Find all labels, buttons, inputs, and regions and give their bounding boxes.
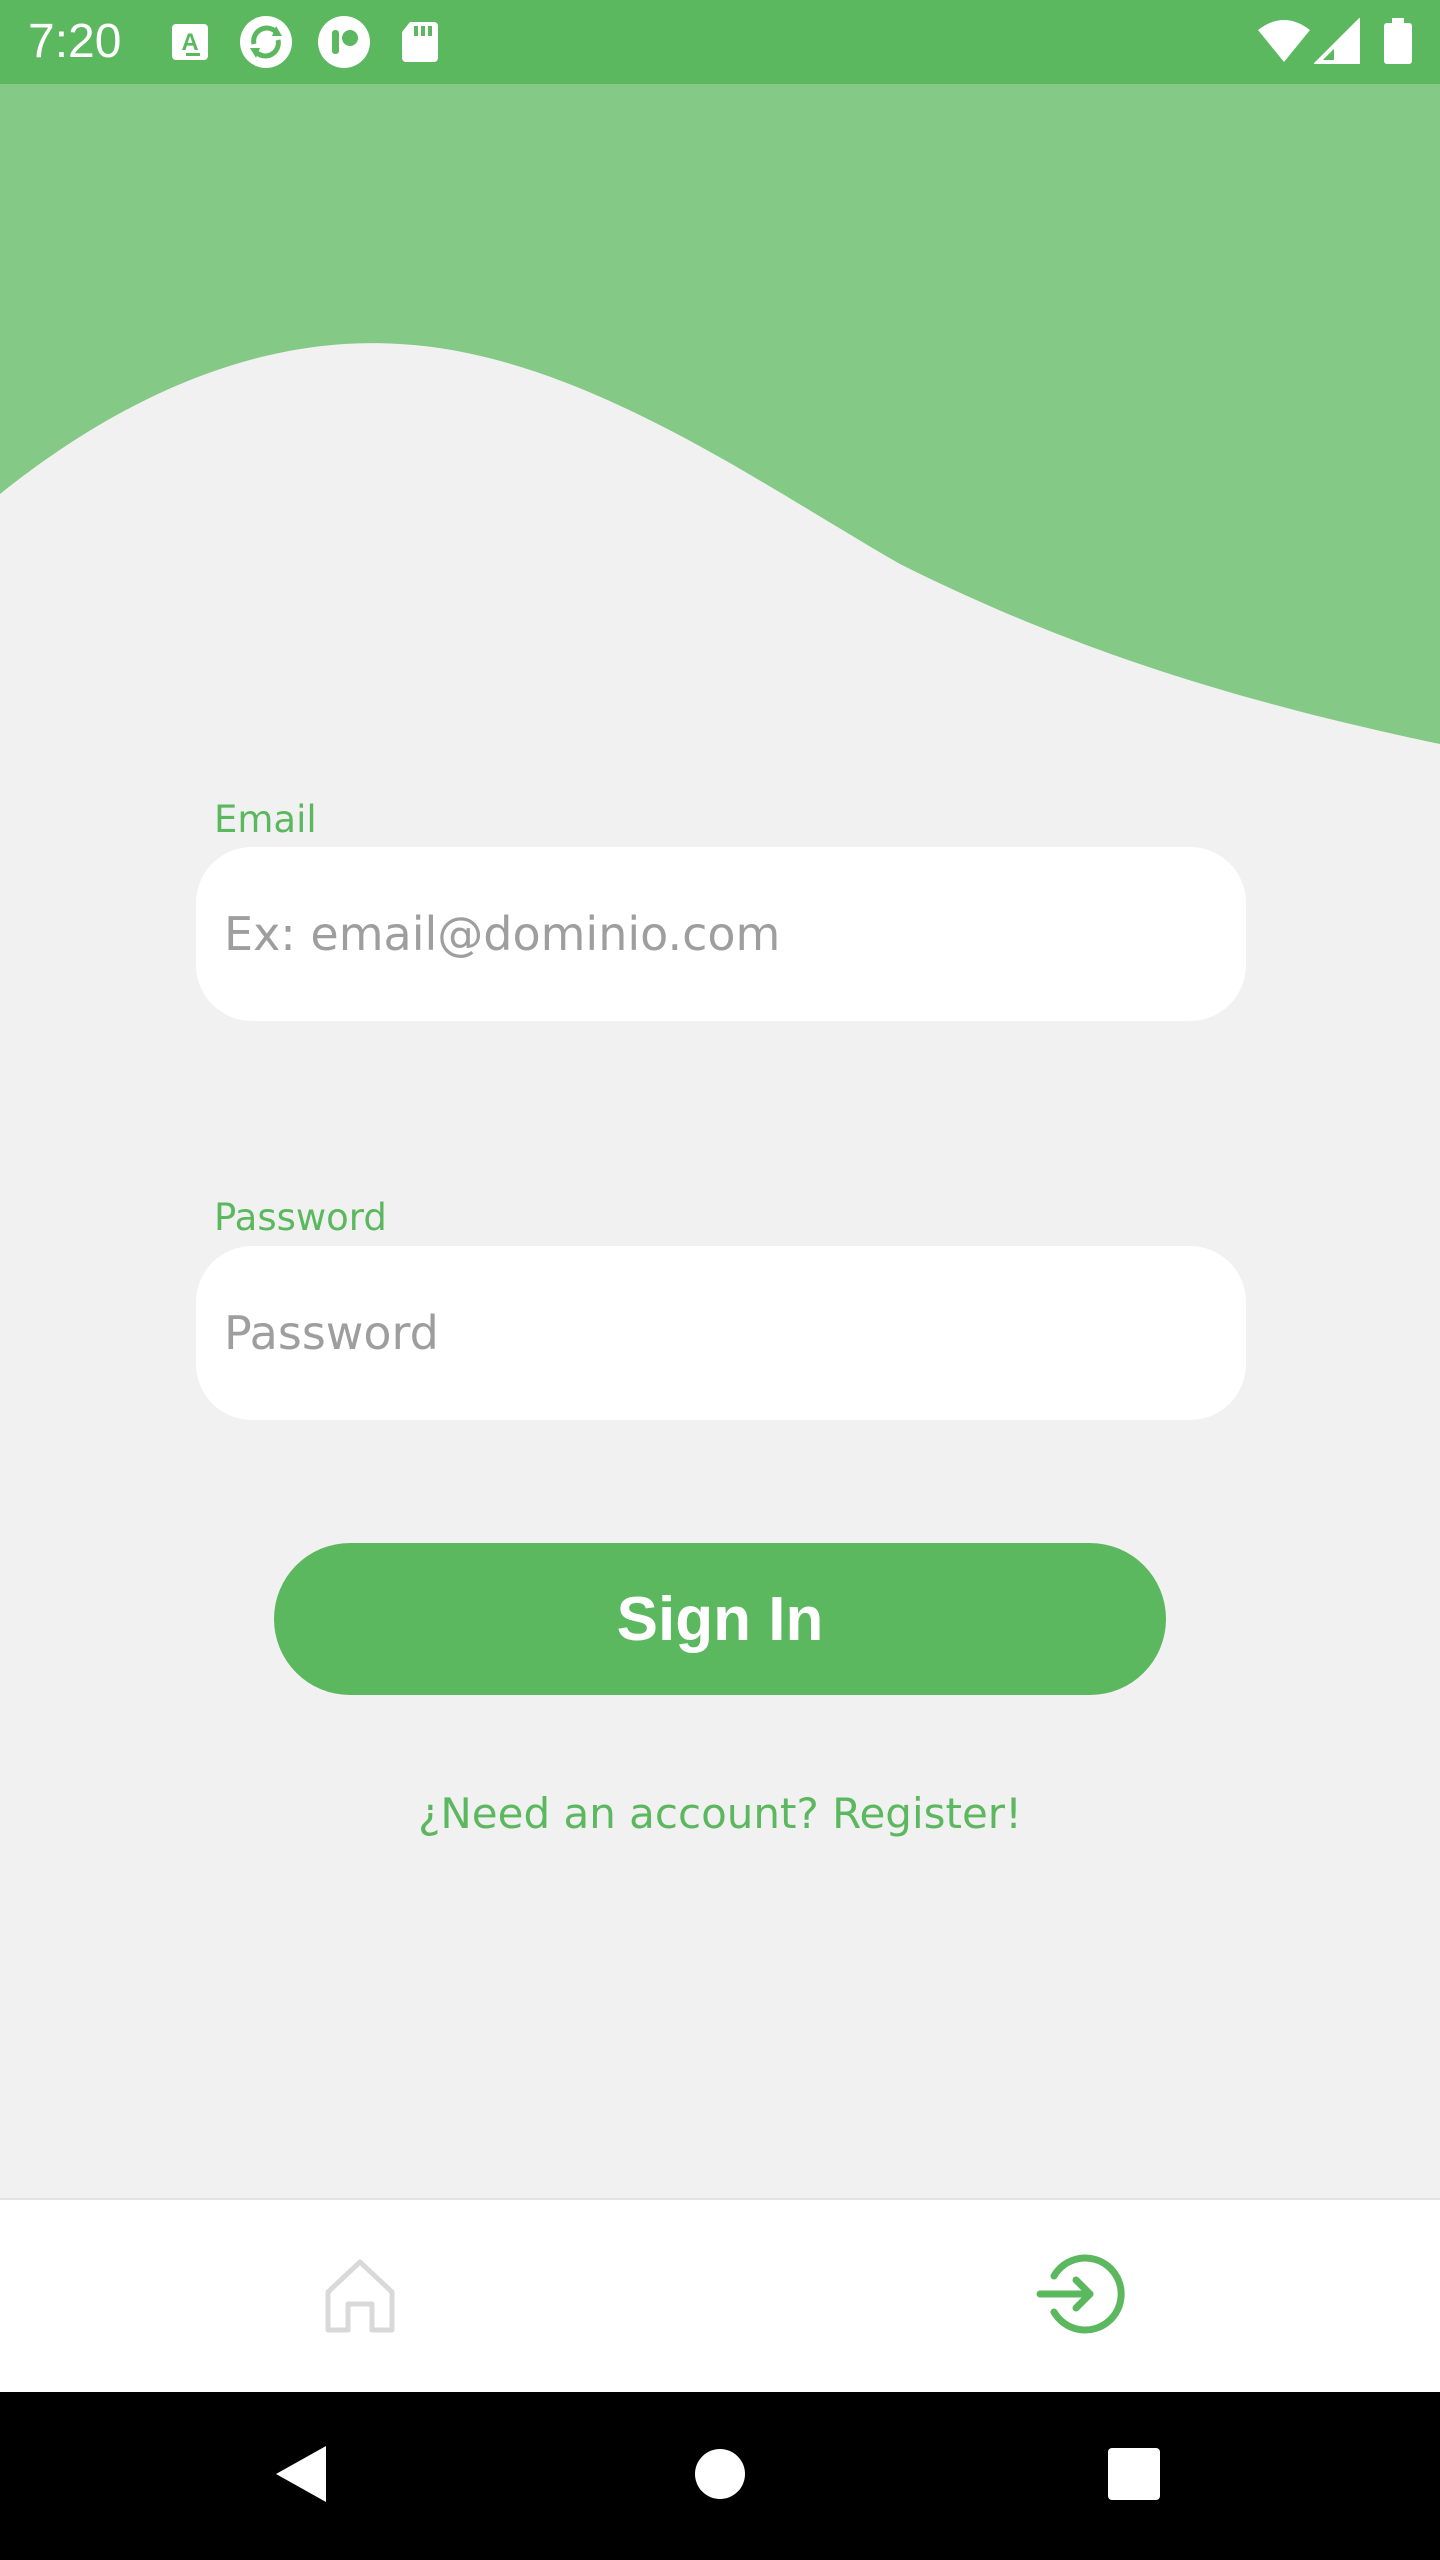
email-input[interactable] xyxy=(196,847,1246,1021)
svg-text:A: A xyxy=(181,29,198,56)
home-circle-icon xyxy=(694,2448,746,2504)
back-button[interactable] xyxy=(250,2426,350,2526)
recents-icon xyxy=(1106,2446,1162,2506)
back-icon xyxy=(270,2442,330,2510)
login-icon xyxy=(1032,2246,1128,2346)
system-navigation-bar xyxy=(0,2392,1440,2560)
nav-home[interactable] xyxy=(0,2200,720,2392)
app-logo-icon xyxy=(316,14,372,70)
signal-icon xyxy=(1313,17,1362,66)
recents-button[interactable] xyxy=(1084,2426,1184,2526)
sync-app-icon xyxy=(238,14,294,70)
home-button[interactable] xyxy=(670,2426,770,2526)
sign-in-button[interactable]: Sign In xyxy=(274,1543,1166,1695)
home-icon xyxy=(318,2252,402,2340)
password-label: Password xyxy=(214,1196,387,1239)
password-field-container xyxy=(196,1246,1246,1420)
register-link[interactable]: ¿Need an account? Register! xyxy=(0,1786,1440,1842)
battery-icon xyxy=(1380,18,1416,66)
login-screen: 7:20 A Email Ex: email@dominio.com Passw… xyxy=(0,0,1440,2560)
bottom-navigation xyxy=(0,2198,1440,2392)
email-field-container xyxy=(196,847,1246,1021)
password-input[interactable] xyxy=(196,1246,1246,1420)
status-time: 7:20 xyxy=(28,15,122,68)
status-bar: 7:20 A xyxy=(0,0,1440,84)
header-wave xyxy=(0,84,1440,744)
sd-card-icon xyxy=(396,18,444,66)
font-download-icon: A xyxy=(166,18,214,66)
nav-login[interactable] xyxy=(720,2200,1440,2392)
wifi-icon xyxy=(1256,18,1312,66)
email-label: Email xyxy=(214,798,317,841)
